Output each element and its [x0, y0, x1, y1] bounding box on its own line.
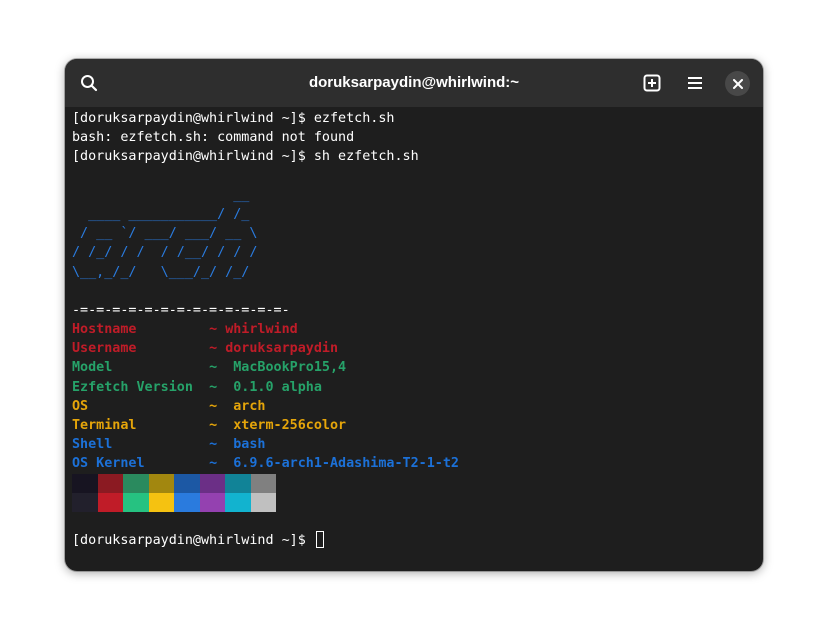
- separator-line: -=-=-=-=-=-=-=-=-=-=-=-=-=-: [72, 302, 290, 318]
- terminal-output[interactable]: [doruksarpaydin@whirlwind ~]$ ezfetch.sh…: [72, 109, 459, 550]
- info-row-os: OS ~ arch: [72, 398, 266, 414]
- color-swatch: [97, 492, 123, 512]
- color-palette-bright: [72, 492, 459, 512]
- color-swatch: [123, 473, 149, 493]
- ascii-art-line: / /_/ / / / /__/ / / /: [72, 245, 258, 261]
- new-tab-icon: [643, 74, 661, 92]
- header-bar: doruksarpaydin@whirlwind:~: [65, 59, 763, 107]
- text-cursor: [315, 531, 324, 549]
- ascii-art-line: ____ ___________/ /_: [72, 206, 250, 222]
- info-row-os-kernel: OS Kernel ~ 6.9.6-arch1-Adashima-T2-1-t2: [72, 456, 459, 472]
- color-swatch: [225, 492, 251, 512]
- info-row-shell: Shell ~ bash: [72, 437, 266, 453]
- color-swatch: [225, 473, 251, 493]
- command-line: [doruksarpaydin@whirlwind ~]$ sh ezfetch…: [72, 149, 419, 165]
- terminal-window: doruksarpaydin@whirlwind:~ [doruksarpayd…: [65, 59, 763, 571]
- error-line: bash: ezfetch.sh: command not found: [72, 130, 355, 146]
- color-swatch: [97, 473, 123, 493]
- color-swatch: [148, 473, 174, 493]
- color-swatch: [250, 473, 276, 493]
- color-swatch: [72, 492, 98, 512]
- ascii-art-line: __: [72, 187, 250, 203]
- color-swatch: [174, 473, 200, 493]
- color-swatch: [199, 492, 225, 512]
- menu-icon: [688, 77, 702, 89]
- color-palette-normal: [72, 473, 459, 493]
- ascii-art-line: \__,_/_/ \___/_/ /_/: [72, 264, 250, 280]
- new-tab-button[interactable]: [637, 68, 667, 98]
- color-swatch: [199, 473, 225, 493]
- color-swatch: [123, 492, 149, 512]
- menu-button[interactable]: [680, 68, 710, 98]
- color-swatch: [250, 492, 276, 512]
- prompt-line[interactable]: [doruksarpaydin@whirlwind ~]$: [72, 531, 459, 550]
- color-swatch: [72, 473, 98, 493]
- color-swatch: [148, 492, 174, 512]
- info-row-terminal: Terminal ~ xterm-256color: [72, 418, 347, 433]
- info-row-username: Username ~ doruksarpaydin: [72, 341, 339, 357]
- info-row-model: Model ~ MacBookPro15,4: [72, 360, 347, 376]
- info-row-ezfetch-version: Ezfetch Version ~ 0.1.0 alpha: [72, 379, 322, 395]
- close-button[interactable]: [725, 71, 750, 96]
- close-icon: [732, 78, 743, 89]
- info-row-hostname: Hostname ~ whirlwind: [72, 322, 298, 338]
- command-line: [doruksarpaydin@whirlwind ~]$ ezfetch.sh: [72, 111, 395, 126]
- ascii-art-line: / __ `/ ___/ ___/ __ \: [72, 226, 258, 242]
- color-swatch: [174, 492, 200, 512]
